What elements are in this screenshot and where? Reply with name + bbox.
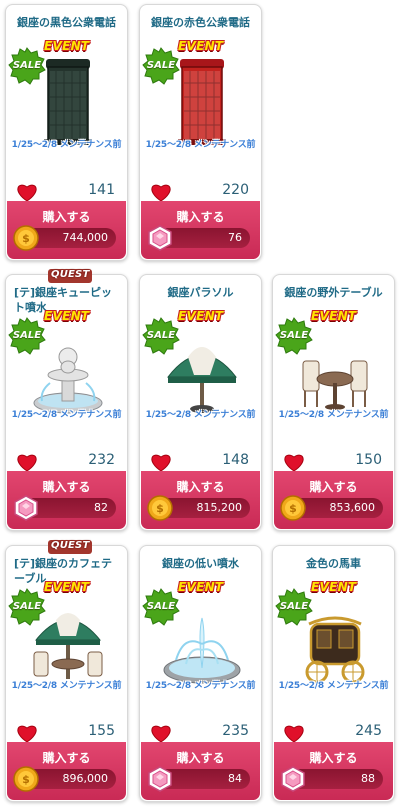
heart-icon[interactable] xyxy=(16,452,38,472)
heart-icon[interactable] xyxy=(16,723,38,743)
buy-button[interactable]: 購入する $ 815,200 xyxy=(141,471,260,529)
price-value: 744,000 xyxy=(62,231,109,244)
heart-icon[interactable] xyxy=(16,182,38,202)
svg-text:$: $ xyxy=(289,502,297,515)
shop-item-card[interactable]: QUEST [テ]銀座のカフェテーブル SALE EVENT 1/25〜2/8 … xyxy=(5,540,128,802)
outdoor-table-image xyxy=(302,360,368,410)
coin-icon: $ xyxy=(280,495,306,521)
event-badge: EVENT xyxy=(44,309,90,323)
buy-button[interactable]: 購入する 76 xyxy=(141,201,260,259)
price-value: 88 xyxy=(361,772,375,785)
buy-button-label: 購入する xyxy=(176,210,225,224)
parasol-image xyxy=(166,347,238,413)
maintenance-note: 1/25〜2/8 メンテナンス前 xyxy=(145,410,256,420)
black-phone-booth-image xyxy=(44,59,92,145)
quest-badge: QUEST xyxy=(48,269,93,283)
svg-text:$: $ xyxy=(22,232,30,245)
maintenance-note: 1/25〜2/8 メンテナンス前 xyxy=(11,140,122,150)
svg-text:$: $ xyxy=(22,773,30,786)
coin-icon: $ xyxy=(13,766,39,792)
event-badge: EVENT xyxy=(311,580,357,594)
shop-item-card[interactable]: QUEST [テ]銀座キューピット噴水 SALE EVENT 1/25〜2/8 … xyxy=(5,269,128,531)
cafe-table-image xyxy=(33,613,103,679)
buy-button[interactable]: 購入する 82 xyxy=(7,471,126,529)
quest-badge: QUEST xyxy=(48,540,93,554)
golden-carriage-image xyxy=(305,616,365,684)
event-badge: EVENT xyxy=(178,39,224,53)
maintenance-note: 1/25〜2/8 メンテナンス前 xyxy=(11,681,122,691)
like-count: 245 xyxy=(355,723,382,739)
event-badge: EVENT xyxy=(311,309,357,323)
price-value: 82 xyxy=(94,501,108,514)
price-bar: $ 815,200 xyxy=(147,495,250,521)
svg-text:$: $ xyxy=(156,502,164,515)
price-value: 76 xyxy=(228,231,242,244)
shop-item-card[interactable]: 金色の馬車 SALE EVENT 1/25〜2/8 メンテナンス前 245 購入… xyxy=(272,545,395,802)
buy-button-label: 購入する xyxy=(42,751,91,765)
red-phone-booth-image xyxy=(178,59,226,145)
heart-icon[interactable] xyxy=(150,452,172,472)
buy-button-label: 購入する xyxy=(309,751,358,765)
buy-button[interactable]: 購入する $ 896,000 xyxy=(7,742,126,800)
price-bar: $ 853,600 xyxy=(280,495,383,521)
gem-icon xyxy=(14,495,38,521)
maintenance-note: 1/25〜2/8 メンテナンス前 xyxy=(278,681,389,691)
buy-button-label: 購入する xyxy=(176,751,225,765)
price-bar: $ 896,000 xyxy=(13,766,116,792)
shop-item-card[interactable]: 銀座の赤色公衆電話 SALE EVENT 1/25〜2/8 メンテナンス前 22… xyxy=(139,4,262,261)
gem-icon xyxy=(281,766,305,792)
buy-button[interactable]: 購入する 88 xyxy=(274,742,393,800)
price-bar: 82 xyxy=(14,495,116,521)
like-count: 141 xyxy=(88,182,115,198)
buy-button-label: 購入する xyxy=(42,210,91,224)
cupid-fountain-image xyxy=(33,347,103,414)
price-bar: 76 xyxy=(148,225,250,251)
buy-button-label: 購入する xyxy=(176,480,225,494)
gem-icon xyxy=(148,766,172,792)
buy-button-label: 購入する xyxy=(309,480,358,494)
like-count: 155 xyxy=(88,723,115,739)
like-count: 150 xyxy=(355,452,382,468)
maintenance-note: 1/25〜2/8 メンテナンス前 xyxy=(278,410,389,420)
like-count: 148 xyxy=(222,452,249,468)
maintenance-note: 1/25〜2/8 メンテナンス前 xyxy=(145,681,256,691)
price-value: 853,600 xyxy=(329,501,376,514)
event-badge: EVENT xyxy=(44,39,90,53)
buy-button[interactable]: 購入する $ 744,000 xyxy=(7,201,126,259)
price-value: 896,000 xyxy=(62,772,109,785)
price-bar: 88 xyxy=(281,766,383,792)
shop-item-card[interactable]: 銀座の黒色公衆電話 SALE EVENT 1/25〜2/8 メンテナンス前 14… xyxy=(5,4,128,261)
like-count: 235 xyxy=(222,723,249,739)
price-value: 815,200 xyxy=(196,501,243,514)
heart-icon[interactable] xyxy=(150,723,172,743)
price-value: 84 xyxy=(228,772,242,785)
event-badge: EVENT xyxy=(178,580,224,594)
price-bar: $ 744,000 xyxy=(13,225,116,251)
like-count: 232 xyxy=(88,452,115,468)
buy-button[interactable]: 購入する 84 xyxy=(141,742,260,800)
like-count: 220 xyxy=(222,182,249,198)
gem-icon xyxy=(148,225,172,251)
coin-icon: $ xyxy=(13,225,39,251)
shop-item-card[interactable]: 銀座パラソル SALE EVENT 1/25〜2/8 メンテナンス前 148 購… xyxy=(139,274,262,531)
event-badge: EVENT xyxy=(44,580,90,594)
shop-item-card[interactable]: 銀座の低い噴水 SALE EVENT 1/25〜2/8 メンテナンス前 235 … xyxy=(139,545,262,802)
shop-item-card[interactable]: 銀座の野外テーブル SALE EVENT 1/25〜2/8 メンテナンス前 15… xyxy=(272,274,395,531)
buy-button-label: 購入する xyxy=(42,480,91,494)
buy-button[interactable]: 購入する $ 853,600 xyxy=(274,471,393,529)
heart-icon[interactable] xyxy=(283,723,305,743)
maintenance-note: 1/25〜2/8 メンテナンス前 xyxy=(145,140,256,150)
event-badge: EVENT xyxy=(178,309,224,323)
price-bar: 84 xyxy=(148,766,250,792)
low-fountain-image xyxy=(163,617,241,684)
coin-icon: $ xyxy=(147,495,173,521)
maintenance-note: 1/25〜2/8 メンテナンス前 xyxy=(11,410,122,420)
heart-icon[interactable] xyxy=(283,452,305,472)
heart-icon[interactable] xyxy=(150,182,172,202)
